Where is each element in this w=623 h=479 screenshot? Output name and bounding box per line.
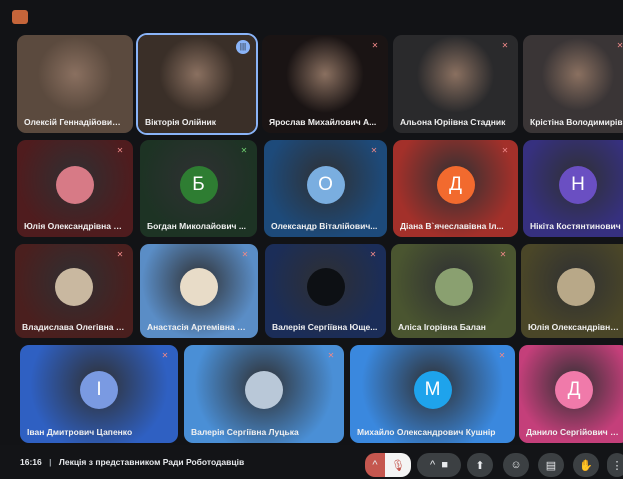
mic-muted-icon: ✕ <box>501 41 509 50</box>
avatar-initial: М <box>413 371 452 410</box>
avatar-photo <box>245 371 283 410</box>
camera-toggle-button[interactable]: ^ ■ <box>417 453 461 477</box>
separator: | <box>49 457 52 467</box>
mic-muted-icon: ✕ <box>371 41 379 50</box>
participant-tile[interactable]: Д Данило Сергійович Хар <box>519 345 623 443</box>
participant-name: Юлія Олександрівна Б <box>528 322 623 332</box>
avatar-initial: О <box>306 165 345 204</box>
avatar-photo <box>55 268 93 307</box>
speaking-indicator-icon: ||| <box>236 40 250 54</box>
participant-tile[interactable]: Олексій Геннадійович ... <box>17 35 133 133</box>
participant-name: Аліса Ігорівна Балан <box>398 322 486 332</box>
raise-hand-icon: ✋ <box>579 459 593 472</box>
mic-muted-icon: ✕ <box>241 250 249 259</box>
participant-name: Нікіта Костянтинович <box>530 221 621 231</box>
participant-name: Іван Дмитрович Цапенко <box>27 427 133 437</box>
mic-toggle-button[interactable]: 🎙 <box>385 453 411 477</box>
participant-name: Альона Юріівна Стадник <box>400 117 506 127</box>
mic-off-icon: 🎙 <box>391 459 405 472</box>
participant-tile[interactable]: ✕ Владислава Олегівна Л... <box>15 244 133 338</box>
mic-muted-icon: ✕ <box>616 41 623 50</box>
participant-tile[interactable]: ✕ Валерія Сергіївна Луцька <box>184 345 344 443</box>
participant-name: Валерія Сергіївна Юще... <box>272 322 378 332</box>
meeting-info: 16:16 | Лекція з представником Ради Робо… <box>20 457 244 467</box>
participant-tile[interactable]: ✕ Крістіна Володимирів <box>523 35 623 133</box>
participant-tile[interactable]: ||| Вікторія Олійник <box>138 35 256 133</box>
avatar-photo <box>434 268 473 307</box>
participant-name: Олексій Геннадійович ... <box>24 117 125 127</box>
mic-muted-icon: ✕ <box>161 351 169 360</box>
mic-muted-icon: ✕ <box>116 250 124 259</box>
participant-tile[interactable]: ✕ Альона Юріівна Стадник <box>393 35 518 133</box>
chevron-up-icon: ^ <box>430 459 436 471</box>
mic-muted-icon: ✕ <box>327 351 335 360</box>
meet-window-icon <box>12 10 28 24</box>
avatar-photo <box>306 268 345 307</box>
participant-tile[interactable]: ✕ Анастасія Артемівна П... <box>140 244 258 338</box>
chevron-up-icon: ^ <box>372 459 378 471</box>
camera-icon: ■ <box>441 459 448 471</box>
avatar-initial: Д <box>555 371 593 410</box>
participant-name: Владислава Олегівна Л... <box>22 322 125 332</box>
participant-name: Діана В`ячеславівна Іл... <box>400 221 504 231</box>
emoji-icon: ☺ <box>510 459 522 471</box>
participant-name: Ярослав Михайлович А... <box>269 117 377 127</box>
participant-name: Юлія Олександрівна Б... <box>24 221 125 231</box>
mic-muted-icon: ✕ <box>499 250 507 259</box>
participant-name: Данило Сергійович Хар <box>526 427 621 437</box>
participant-name: Михайло Олександрович Кушнір <box>357 427 496 437</box>
present-icon: ⬆ <box>475 459 485 472</box>
participant-tile[interactable]: ✕ Юлія Олександрівна Б... <box>17 140 133 237</box>
avatar-initial: І <box>80 371 118 410</box>
participant-tile[interactable]: М ✕ Михайло Олександрович Кушнір <box>350 345 515 443</box>
avatar-photo <box>557 268 595 307</box>
captions-icon: ▤ <box>545 459 557 472</box>
mic-muted-icon: ✕ <box>240 146 248 155</box>
participant-tile[interactable]: Юлія Олександрівна Б <box>521 244 623 338</box>
avatar-photo <box>56 165 94 204</box>
participant-name: Крістіна Володимирів <box>530 117 623 127</box>
participant-tile[interactable]: Д ✕ Діана В`ячеславівна Іл... <box>393 140 518 237</box>
participant-tile[interactable]: Н Нікіта Костянтинович <box>523 140 623 237</box>
participant-tile[interactable]: О ✕ Олександр Віталійович... <box>264 140 387 237</box>
mic-muted-icon: ✕ <box>501 146 509 155</box>
avatar-initial: Н <box>559 165 597 204</box>
participant-tile[interactable]: Б ✕ Богдан Миколайович ... <box>140 140 257 237</box>
participant-tile[interactable]: І ✕ Іван Дмитрович Цапенко <box>20 345 178 443</box>
participant-name: Вікторія Олійник <box>145 117 216 127</box>
bottom-toolbar: 16:16 | Лекція з представником Ради Робо… <box>0 445 623 479</box>
mic-muted-icon: ✕ <box>369 250 377 259</box>
raise-hand-button[interactable]: ✋ <box>573 453 599 477</box>
avatar-photo <box>180 268 218 307</box>
audio-options-button[interactable]: ^ <box>365 453 385 477</box>
participant-name: Олександр Віталійович... <box>271 221 378 231</box>
mic-muted-icon: ✕ <box>498 351 506 360</box>
captions-button[interactable]: ▤ <box>538 453 564 477</box>
participant-name: Богдан Миколайович ... <box>147 221 246 231</box>
reactions-button[interactable]: ☺ <box>503 453 529 477</box>
more-options-button[interactable]: ⋮ <box>607 453 623 477</box>
participant-name: Валерія Сергіївна Луцька <box>191 427 299 437</box>
avatar-initial: Д <box>436 165 475 204</box>
participant-tile[interactable]: ✕ Ярослав Михайлович А... <box>262 35 388 133</box>
meeting-title: Лекція з представником Ради Роботодавців <box>58 457 245 467</box>
participant-tile[interactable]: ✕ Аліса Ігорівна Балан <box>391 244 516 338</box>
participant-tile[interactable]: ✕ Валерія Сергіївна Юще... <box>265 244 386 338</box>
present-button[interactable]: ⬆ <box>467 453 493 477</box>
participant-name: Анастасія Артемівна П... <box>147 322 250 332</box>
mic-muted-icon: ✕ <box>116 146 124 155</box>
avatar-initial: Б <box>179 165 218 204</box>
mic-muted-icon: ✕ <box>370 146 378 155</box>
more-icon: ⋮ <box>611 459 623 472</box>
clock-time: 16:16 <box>20 457 42 467</box>
